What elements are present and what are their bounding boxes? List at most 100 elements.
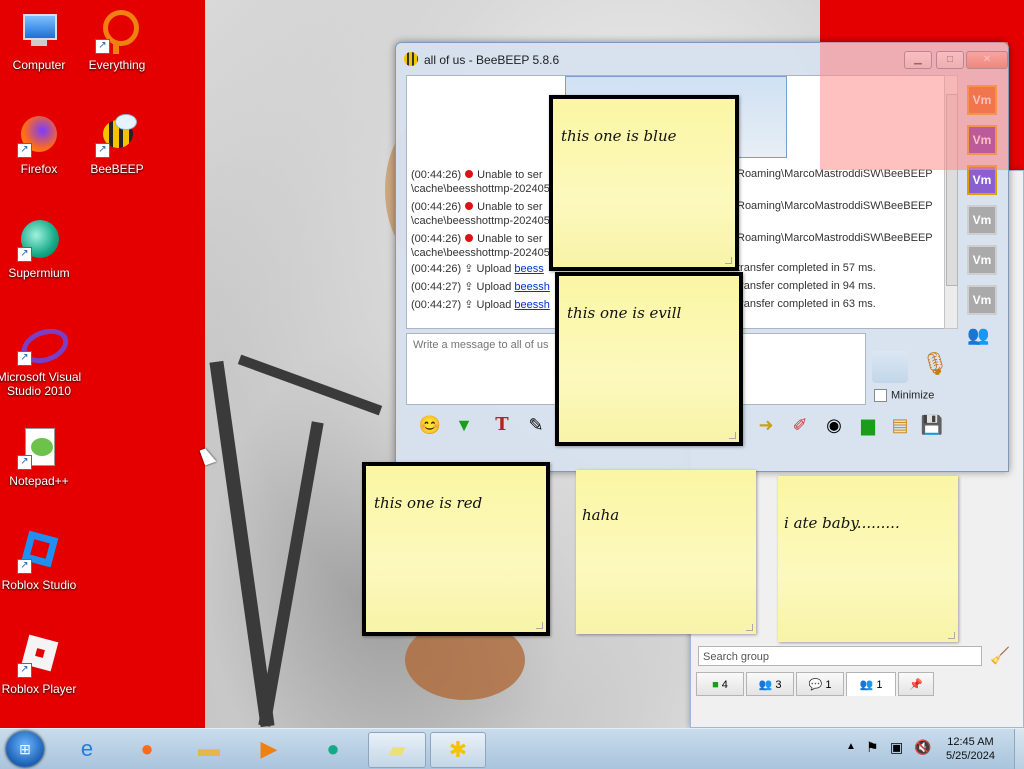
pin-icon: 📌 <box>909 679 923 691</box>
visual-studio-icon: ↗ <box>16 322 74 370</box>
user-avatar[interactable]: Vm <box>967 285 997 315</box>
board-icon[interactable]: ▆ <box>856 413 880 437</box>
send-button[interactable] <box>872 351 908 383</box>
chat-line-path: \cache\beesshottmp-202405 <box>411 183 550 195</box>
sticky-note[interactable]: haha <box>576 470 756 634</box>
desktop-icon-beebeep[interactable]: ↗ BeeBEEP <box>74 114 160 176</box>
internet-explorer-icon[interactable]: e <box>62 732 112 766</box>
desktop-icon-roblox-player[interactable]: ↗ Roblox Player <box>0 634 82 696</box>
desktop-icon-computer[interactable]: Computer <box>0 10 82 72</box>
checkbox-box[interactable] <box>874 389 887 402</box>
explorer-icon[interactable]: ▬ <box>184 732 234 766</box>
emoticon-icon[interactable]: 😊 <box>418 413 442 437</box>
desktop-icon-label: Computer <box>12 58 66 72</box>
media-player-icon[interactable]: ▶ <box>244 732 294 766</box>
note-text[interactable]: this one is blue <box>561 127 677 145</box>
clear-search-icon[interactable]: 🧹 <box>990 646 1010 666</box>
roblox-studio-icon: ↗ <box>17 530 61 574</box>
tab-count: 4 <box>721 679 728 691</box>
network-icon[interactable]: ▣ <box>890 739 903 756</box>
tab-count: 3 <box>775 679 782 691</box>
start-button[interactable]: ⊞ <box>6 731 44 767</box>
overlay-highlight <box>820 42 1008 170</box>
file-link[interactable]: beess <box>514 263 543 275</box>
firefox-icon[interactable]: ● <box>122 732 172 766</box>
minimize-checkbox[interactable]: Minimize <box>874 389 934 402</box>
sticky-note[interactable]: this one is evill <box>555 272 743 446</box>
desktop-icon-label: Everything <box>88 58 146 72</box>
show-hidden-icons-icon[interactable]: ▲ <box>846 741 856 752</box>
firefox-icon: ↗ <box>17 114 61 158</box>
chat-line-right: Roaming\MarcoMastroddiSW\BeeBEEP <box>737 232 933 244</box>
taskbar: ⊞ e ● ▬ ▶ ● ▰ ✱ ▲ ⚑ ▣ 🔇 12:45 AM 5/25/20… <box>0 728 1024 769</box>
notepadpp-icon: ↗ <box>17 426 61 470</box>
note-text[interactable]: haha <box>582 506 619 524</box>
desktop-icon-visual-studio[interactable]: ↗ Microsoft Visual Studio 2010 <box>0 322 82 398</box>
desktop-icon-everything[interactable]: ↗ Everything <box>74 10 160 72</box>
file-link[interactable]: beessh <box>514 281 549 293</box>
note-text[interactable]: this one is red <box>374 494 482 512</box>
note-text[interactable]: this one is evill <box>567 304 681 322</box>
desktop-icon-supermium[interactable]: ↗ Supermium <box>0 218 82 280</box>
desktop-icon-label: Firefox <box>20 162 58 176</box>
supermium-icon: ↗ <box>17 218 61 262</box>
group-users-icon[interactable]: 👥 <box>967 325 993 351</box>
roblox-player-icon: ↗ <box>17 634 61 678</box>
desktop-icon-label: BeeBEEP <box>90 162 144 176</box>
font-icon[interactable]: T <box>490 413 514 437</box>
volume-muted-icon[interactable]: 🔇 <box>914 739 931 756</box>
chat-line-path: \cache\beesshottmp-202405 <box>411 247 550 259</box>
file-link[interactable]: beessh <box>514 299 549 311</box>
upload-icon: ⇪ <box>464 263 474 275</box>
code-icon[interactable]: ✐ <box>788 413 812 437</box>
user-avatar[interactable]: Vm <box>967 205 997 235</box>
desktop: Computer ↗ Everything ↗ Firefox ↗ BeeBEE… <box>0 0 1024 728</box>
chat-line: (00:44:26) ⇪ Upload beess <box>411 263 544 275</box>
chat-line-path: \cache\beesshottmp-202405 <box>411 215 550 227</box>
chat-line-right: transfer completed in 57 ms. <box>737 262 876 274</box>
error-icon <box>465 170 474 178</box>
everything-icon: ↗ <box>95 10 139 54</box>
tab-groups[interactable]: 👥 3 <box>746 672 794 696</box>
clock[interactable]: 12:45 AM 5/25/2024 <box>946 735 995 763</box>
users-icon: ■ <box>712 679 719 691</box>
microphone-icon[interactable]: 🎙 <box>920 351 950 383</box>
send-file-icon[interactable]: ➜ <box>754 413 778 437</box>
windows-logo-icon: ⊞ <box>19 741 31 757</box>
chat-line: (00:44:26) Unable to ser <box>411 233 543 245</box>
show-desktop-button[interactable] <box>1014 729 1024 769</box>
computer-icon <box>17 10 61 54</box>
tab-pin[interactable]: 📌 <box>898 672 934 696</box>
chat-line: (00:44:27) ⇪ Upload beessh <box>411 299 550 311</box>
beebeep-icon[interactable]: ✱ <box>430 732 486 768</box>
tab-count: 1 <box>825 679 832 691</box>
user-avatar[interactable]: Vm <box>967 245 997 275</box>
desktop-icon-label: Supermium <box>8 266 70 280</box>
tab-chats[interactable]: 💬 1 <box>796 672 844 696</box>
color-picker-icon[interactable]: ✎ <box>524 413 548 437</box>
sticky-notes-icon[interactable]: ▰ <box>368 732 426 768</box>
tab-group-selected[interactable]: 👥 1 <box>846 672 896 696</box>
tab-users[interactable]: ■ 4 <box>696 672 744 696</box>
action-center-flag-icon[interactable]: ⚑ <box>866 739 879 756</box>
desktop-icon-notepadpp[interactable]: ↗ Notepad++ <box>0 426 82 488</box>
chat-line: (00:44:27) ⇪ Upload beessh <box>411 281 550 293</box>
clock-date: 5/25/2024 <box>946 750 995 762</box>
tab-count: 1 <box>876 679 883 691</box>
beebeep-icon: ↗ <box>95 114 139 158</box>
screenshot-icon[interactable]: ◉ <box>822 413 846 437</box>
sticky-note[interactable]: this one is blue <box>549 95 739 271</box>
sticky-note[interactable]: i ate baby......... <box>778 476 958 642</box>
sticky-note[interactable]: this one is red <box>362 462 550 636</box>
chat-line: (00:44:26) Unable to ser <box>411 201 543 213</box>
desktop-icon-firefox[interactable]: ↗ Firefox <box>0 114 82 176</box>
notes-icon[interactable]: ▤ <box>888 413 912 437</box>
desktop-icon-roblox-studio[interactable]: ↗ Roblox Studio <box>0 530 82 592</box>
supermium-icon[interactable]: ● <box>308 732 358 766</box>
floppy-save-icon[interactable]: 💾 <box>920 413 944 437</box>
desktop-icon-label: Microsoft Visual Studio 2010 <box>0 370 82 398</box>
note-text[interactable]: i ate baby......... <box>784 514 900 532</box>
chat-line-right: transfer completed in 63 ms. <box>737 298 876 310</box>
search-group-input[interactable]: Search group <box>698 646 982 666</box>
save-chat-icon[interactable]: ▼ <box>452 413 476 437</box>
